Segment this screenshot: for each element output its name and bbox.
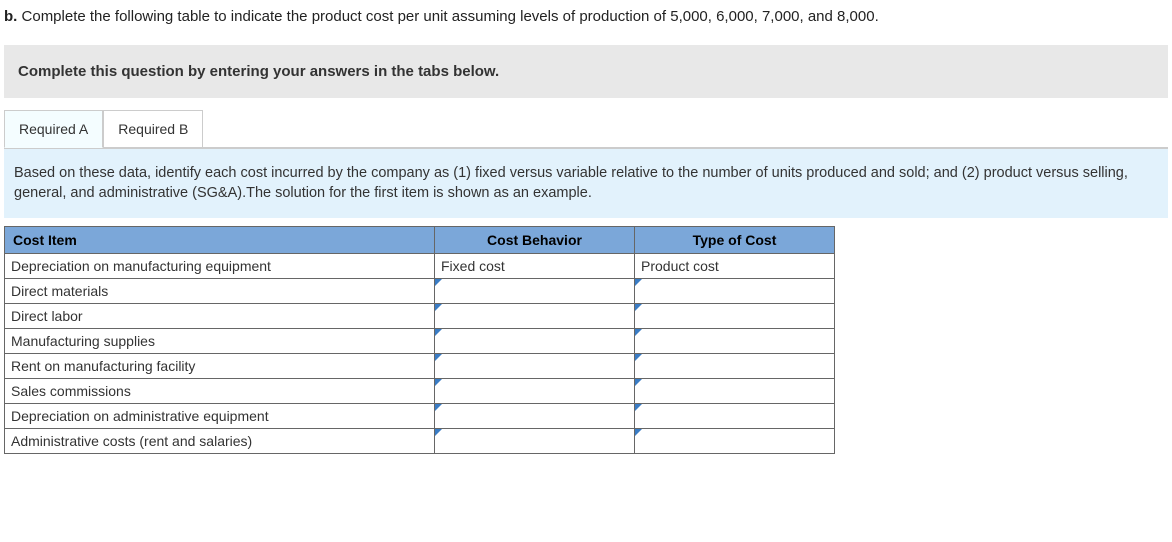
dropdown-indicator-icon: [435, 329, 442, 336]
table-row: Depreciation on administrative equipment: [5, 403, 835, 428]
cost-table-wrap: Cost Item Cost Behavior Type of Cost Dep…: [4, 226, 1168, 454]
dropdown-indicator-icon: [635, 379, 642, 386]
prompt-text: Complete the following table to indicate…: [22, 8, 879, 25]
table-row: Sales commissions: [5, 378, 835, 403]
cost-behavior-cell[interactable]: [435, 328, 635, 353]
cost-behavior-value: [435, 337, 634, 345]
dropdown-indicator-icon: [635, 429, 642, 436]
dropdown-indicator-icon: [635, 404, 642, 411]
cost-behavior-value: [435, 412, 634, 420]
tab-required-b[interactable]: Required B: [103, 110, 203, 147]
type-of-cost-cell[interactable]: [635, 428, 835, 453]
cost-behavior-cell[interactable]: [435, 353, 635, 378]
type-of-cost-cell[interactable]: [635, 378, 835, 403]
table-row: Rent on manufacturing facility: [5, 353, 835, 378]
dropdown-indicator-icon: [635, 279, 642, 286]
cost-behavior-cell[interactable]: [435, 378, 635, 403]
dropdown-indicator-icon: [635, 354, 642, 361]
cost-behavior-cell[interactable]: [435, 303, 635, 328]
dropdown-indicator-icon: [435, 429, 442, 436]
cost-item-label: Manufacturing supplies: [5, 328, 435, 353]
question-prompt: b. Complete the following table to indic…: [0, 0, 1172, 33]
type-of-cost-cell: Product cost: [635, 253, 835, 278]
type-of-cost-value: Product cost: [635, 254, 834, 278]
header-type-of-cost: Type of Cost: [635, 226, 835, 253]
cost-item-label: Depreciation on administrative equipment: [5, 403, 435, 428]
description-box: Based on these data, identify each cost …: [4, 148, 1168, 218]
cost-behavior-value: [435, 287, 634, 295]
type-of-cost-cell[interactable]: [635, 403, 835, 428]
cost-item-label: Direct materials: [5, 278, 435, 303]
type-of-cost-cell[interactable]: [635, 353, 835, 378]
table-row: Administrative costs (rent and salaries): [5, 428, 835, 453]
tab-required-a[interactable]: Required A: [4, 110, 103, 148]
dropdown-indicator-icon: [435, 279, 442, 286]
type-of-cost-value: [635, 412, 834, 420]
type-of-cost-value: [635, 387, 834, 395]
cost-item-label: Rent on manufacturing facility: [5, 353, 435, 378]
tabs-container: Required A Required B: [4, 110, 1168, 148]
cost-behavior-value: [435, 362, 634, 370]
description-text: Based on these data, identify each cost …: [14, 165, 1128, 201]
type-of-cost-cell[interactable]: [635, 278, 835, 303]
header-cost-behavior: Cost Behavior: [435, 226, 635, 253]
table-row: Manufacturing supplies: [5, 328, 835, 353]
cost-item-label: Direct labor: [5, 303, 435, 328]
instruction-text: Complete this question by entering your …: [18, 63, 499, 80]
cost-behavior-cell[interactable]: [435, 428, 635, 453]
cost-behavior-value: [435, 437, 634, 445]
dropdown-indicator-icon: [435, 379, 442, 386]
dropdown-indicator-icon: [435, 354, 442, 361]
cost-behavior-value: Fixed cost: [435, 254, 634, 278]
cost-behavior-cell[interactable]: [435, 278, 635, 303]
cost-item-label: Administrative costs (rent and salaries): [5, 428, 435, 453]
cost-item-label: Sales commissions: [5, 378, 435, 403]
cost-behavior-cell[interactable]: [435, 403, 635, 428]
table-row: Direct labor: [5, 303, 835, 328]
type-of-cost-value: [635, 312, 834, 320]
cost-item-label: Depreciation on manufacturing equipment: [5, 253, 435, 278]
instruction-box: Complete this question by entering your …: [4, 45, 1168, 98]
type-of-cost-cell[interactable]: [635, 303, 835, 328]
cost-behavior-value: [435, 387, 634, 395]
dropdown-indicator-icon: [435, 304, 442, 311]
prompt-label: b.: [4, 8, 17, 25]
type-of-cost-value: [635, 337, 834, 345]
dropdown-indicator-icon: [635, 329, 642, 336]
type-of-cost-value: [635, 437, 834, 445]
header-cost-item: Cost Item: [5, 226, 435, 253]
type-of-cost-value: [635, 287, 834, 295]
dropdown-indicator-icon: [435, 404, 442, 411]
tab-label: Required A: [19, 121, 88, 137]
table-row: Direct materials: [5, 278, 835, 303]
cost-behavior-value: [435, 312, 634, 320]
type-of-cost-value: [635, 362, 834, 370]
tab-label: Required B: [118, 121, 188, 137]
table-row: Depreciation on manufacturing equipmentF…: [5, 253, 835, 278]
cost-behavior-cell: Fixed cost: [435, 253, 635, 278]
cost-table: Cost Item Cost Behavior Type of Cost Dep…: [4, 226, 835, 454]
type-of-cost-cell[interactable]: [635, 328, 835, 353]
dropdown-indicator-icon: [635, 304, 642, 311]
